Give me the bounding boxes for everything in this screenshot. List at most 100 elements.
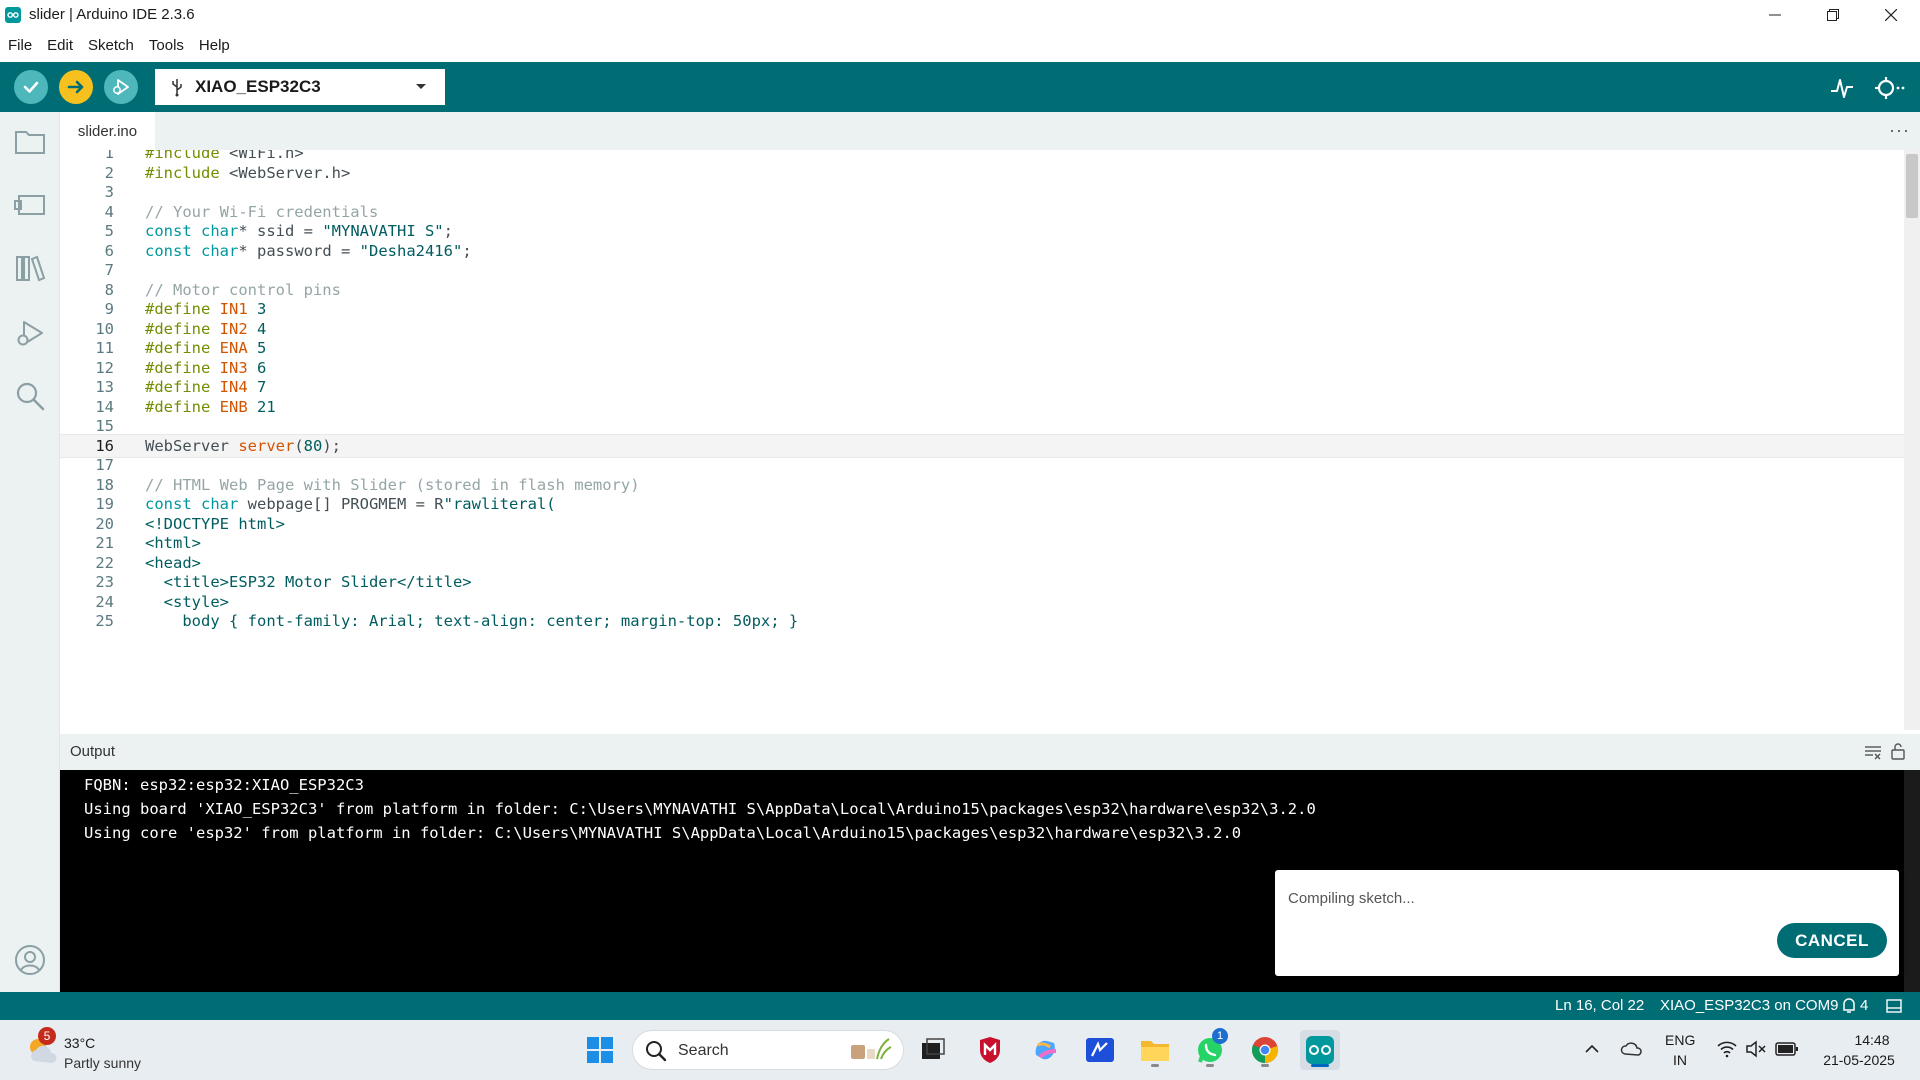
menu-help[interactable]: Help bbox=[199, 37, 230, 54]
code-token: server bbox=[238, 436, 295, 455]
board-selector[interactable]: XIAO_ESP32C3 bbox=[155, 69, 445, 105]
mcafee-app[interactable] bbox=[970, 1030, 1010, 1070]
weather-widget[interactable]: 5 33°C Partly sunny bbox=[24, 1027, 184, 1073]
clock-date[interactable]: 21-05-2025 bbox=[1817, 1052, 1901, 1068]
line-number: 20 bbox=[95, 514, 114, 533]
code-text: #include <WebServer.h> bbox=[145, 164, 350, 182]
code-token: IN2 bbox=[219, 319, 248, 338]
running-indicator bbox=[1206, 1064, 1214, 1067]
code-token: webpage[] PROGMEM = R bbox=[238, 495, 444, 513]
minimize-button[interactable] bbox=[1746, 0, 1804, 29]
chevron-up-icon[interactable] bbox=[1585, 1044, 1599, 1054]
code-token: #define bbox=[145, 319, 220, 338]
library-manager-button[interactable] bbox=[12, 250, 48, 286]
line-number: 13 bbox=[95, 378, 114, 396]
clock-time[interactable]: 14:48 bbox=[1842, 1032, 1902, 1048]
code-token: ( bbox=[294, 436, 304, 455]
line-number: 18 bbox=[95, 475, 114, 494]
folder-icon bbox=[1141, 1041, 1169, 1061]
code-token: const bbox=[145, 241, 201, 260]
wifi-icon[interactable] bbox=[1716, 1040, 1738, 1058]
code-token: <title>ESP32 Motor Slider</title> bbox=[145, 573, 472, 591]
code-line[interactable]: 1 #include <WiFi.h> bbox=[60, 150, 1904, 165]
code-token: // Your Wi-Fi credentials bbox=[145, 202, 379, 221]
start-button[interactable] bbox=[580, 1030, 620, 1070]
boards-manager-button[interactable] bbox=[12, 187, 48, 223]
volume-muted-icon[interactable] bbox=[1745, 1040, 1767, 1058]
cancel-button[interactable]: CANCEL bbox=[1777, 923, 1887, 958]
profile-button[interactable] bbox=[12, 942, 48, 978]
notification-bell-icon[interactable] bbox=[1841, 998, 1857, 1014]
line-number: 3 bbox=[104, 183, 114, 201]
editor-tab-bar: slider.ino ··· bbox=[60, 112, 1920, 150]
code-token: ENA bbox=[219, 339, 248, 357]
code-token: 3 bbox=[247, 300, 267, 318]
line-number: 24 bbox=[95, 592, 114, 611]
debug-button[interactable] bbox=[104, 70, 138, 104]
code-token: // HTML Web Page with Slider (stored in … bbox=[145, 475, 640, 494]
editor-scroll-thumb[interactable] bbox=[1906, 154, 1918, 218]
code-text: // Motor control pins bbox=[145, 281, 341, 299]
code-text: const char* ssid = "MYNAVATHI S"; bbox=[145, 222, 453, 240]
console-scrollbar[interactable] bbox=[1904, 770, 1920, 992]
line-number: 4 bbox=[104, 202, 114, 221]
code-text: // HTML Web Page with Slider (stored in … bbox=[145, 476, 640, 494]
serial-plotter-icon[interactable] bbox=[1829, 75, 1855, 101]
code-token: #define bbox=[145, 339, 220, 357]
line-number: 21 bbox=[95, 534, 114, 552]
onedrive-cloud-icon[interactable] bbox=[1620, 1039, 1644, 1057]
scroll-lock-icon[interactable] bbox=[1890, 742, 1906, 760]
code-editor[interactable]: 25 body { font-family: Arial; text-align… bbox=[60, 150, 1920, 730]
upload-button[interactable] bbox=[59, 70, 93, 104]
arduino-icon bbox=[1306, 1036, 1334, 1064]
account-icon bbox=[15, 945, 45, 975]
activity-sidebar bbox=[0, 112, 60, 992]
line-number: 22 bbox=[95, 553, 114, 572]
more-options-icon[interactable]: ··· bbox=[1889, 120, 1910, 141]
console-line: Using core 'esp32' from platform in fold… bbox=[84, 824, 1242, 842]
editor-scrollbar[interactable] bbox=[1904, 150, 1920, 730]
serial-monitor-icon[interactable] bbox=[1873, 75, 1907, 101]
battery-icon[interactable] bbox=[1775, 1041, 1799, 1057]
sketchbook-button[interactable] bbox=[12, 124, 48, 160]
restore-button[interactable] bbox=[1804, 0, 1862, 29]
whatsapp-app[interactable]: 1 bbox=[1190, 1028, 1230, 1070]
taskbar-search[interactable]: Search bbox=[632, 1030, 904, 1070]
code-token: ); bbox=[322, 436, 342, 455]
line-number: 7 bbox=[104, 261, 114, 279]
arduino-ide-app[interactable] bbox=[1300, 1030, 1340, 1070]
verify-button[interactable] bbox=[14, 70, 48, 104]
code-text: const char* password = "Desha2416"; bbox=[145, 242, 472, 260]
language-region[interactable]: IN bbox=[1673, 1052, 1687, 1068]
language-code[interactable]: ENG bbox=[1665, 1032, 1695, 1048]
menu-tools[interactable]: Tools bbox=[149, 37, 184, 54]
code-token: "Desha2416" bbox=[359, 241, 463, 260]
windows-taskbar: 5 33°C Partly sunny Search 1 ENG IN 14:4… bbox=[0, 1020, 1920, 1080]
debug-sidebar-button[interactable] bbox=[12, 316, 48, 352]
file-explorer-app[interactable] bbox=[1135, 1030, 1175, 1070]
tab-slider-ino[interactable]: slider.ino bbox=[60, 112, 155, 150]
menu-file[interactable]: File bbox=[8, 37, 32, 54]
code-text: // Your Wi-Fi credentials bbox=[145, 203, 378, 221]
cursor-position[interactable]: Ln 16, Col 22 bbox=[1555, 997, 1644, 1014]
task-view-button[interactable] bbox=[913, 1030, 953, 1070]
usb-icon bbox=[172, 79, 182, 97]
close-button[interactable] bbox=[1862, 0, 1920, 29]
code-token: 4 bbox=[247, 319, 267, 338]
whiteboard-app[interactable] bbox=[1080, 1030, 1120, 1070]
code-token: body { font-family: Arial; text-align: c… bbox=[145, 612, 799, 630]
line-number: 17 bbox=[95, 456, 114, 474]
board-port-status[interactable]: XIAO_ESP32C3 on COM9 bbox=[1660, 997, 1838, 1014]
menu-edit[interactable]: Edit bbox=[47, 37, 73, 54]
clear-output-icon[interactable] bbox=[1864, 744, 1882, 760]
code-token: <html> bbox=[145, 534, 201, 552]
code-text: <title>ESP32 Motor Slider</title> bbox=[145, 573, 472, 591]
toggle-panel-icon[interactable] bbox=[1886, 999, 1902, 1013]
code-token: "rawliteral( bbox=[443, 495, 556, 513]
copilot-app[interactable] bbox=[1025, 1030, 1065, 1070]
folder-icon bbox=[15, 131, 45, 154]
menu-sketch[interactable]: Sketch bbox=[88, 37, 134, 54]
search-sidebar-button[interactable] bbox=[12, 378, 48, 414]
chrome-app[interactable] bbox=[1245, 1030, 1285, 1070]
library-icon bbox=[16, 255, 46, 282]
